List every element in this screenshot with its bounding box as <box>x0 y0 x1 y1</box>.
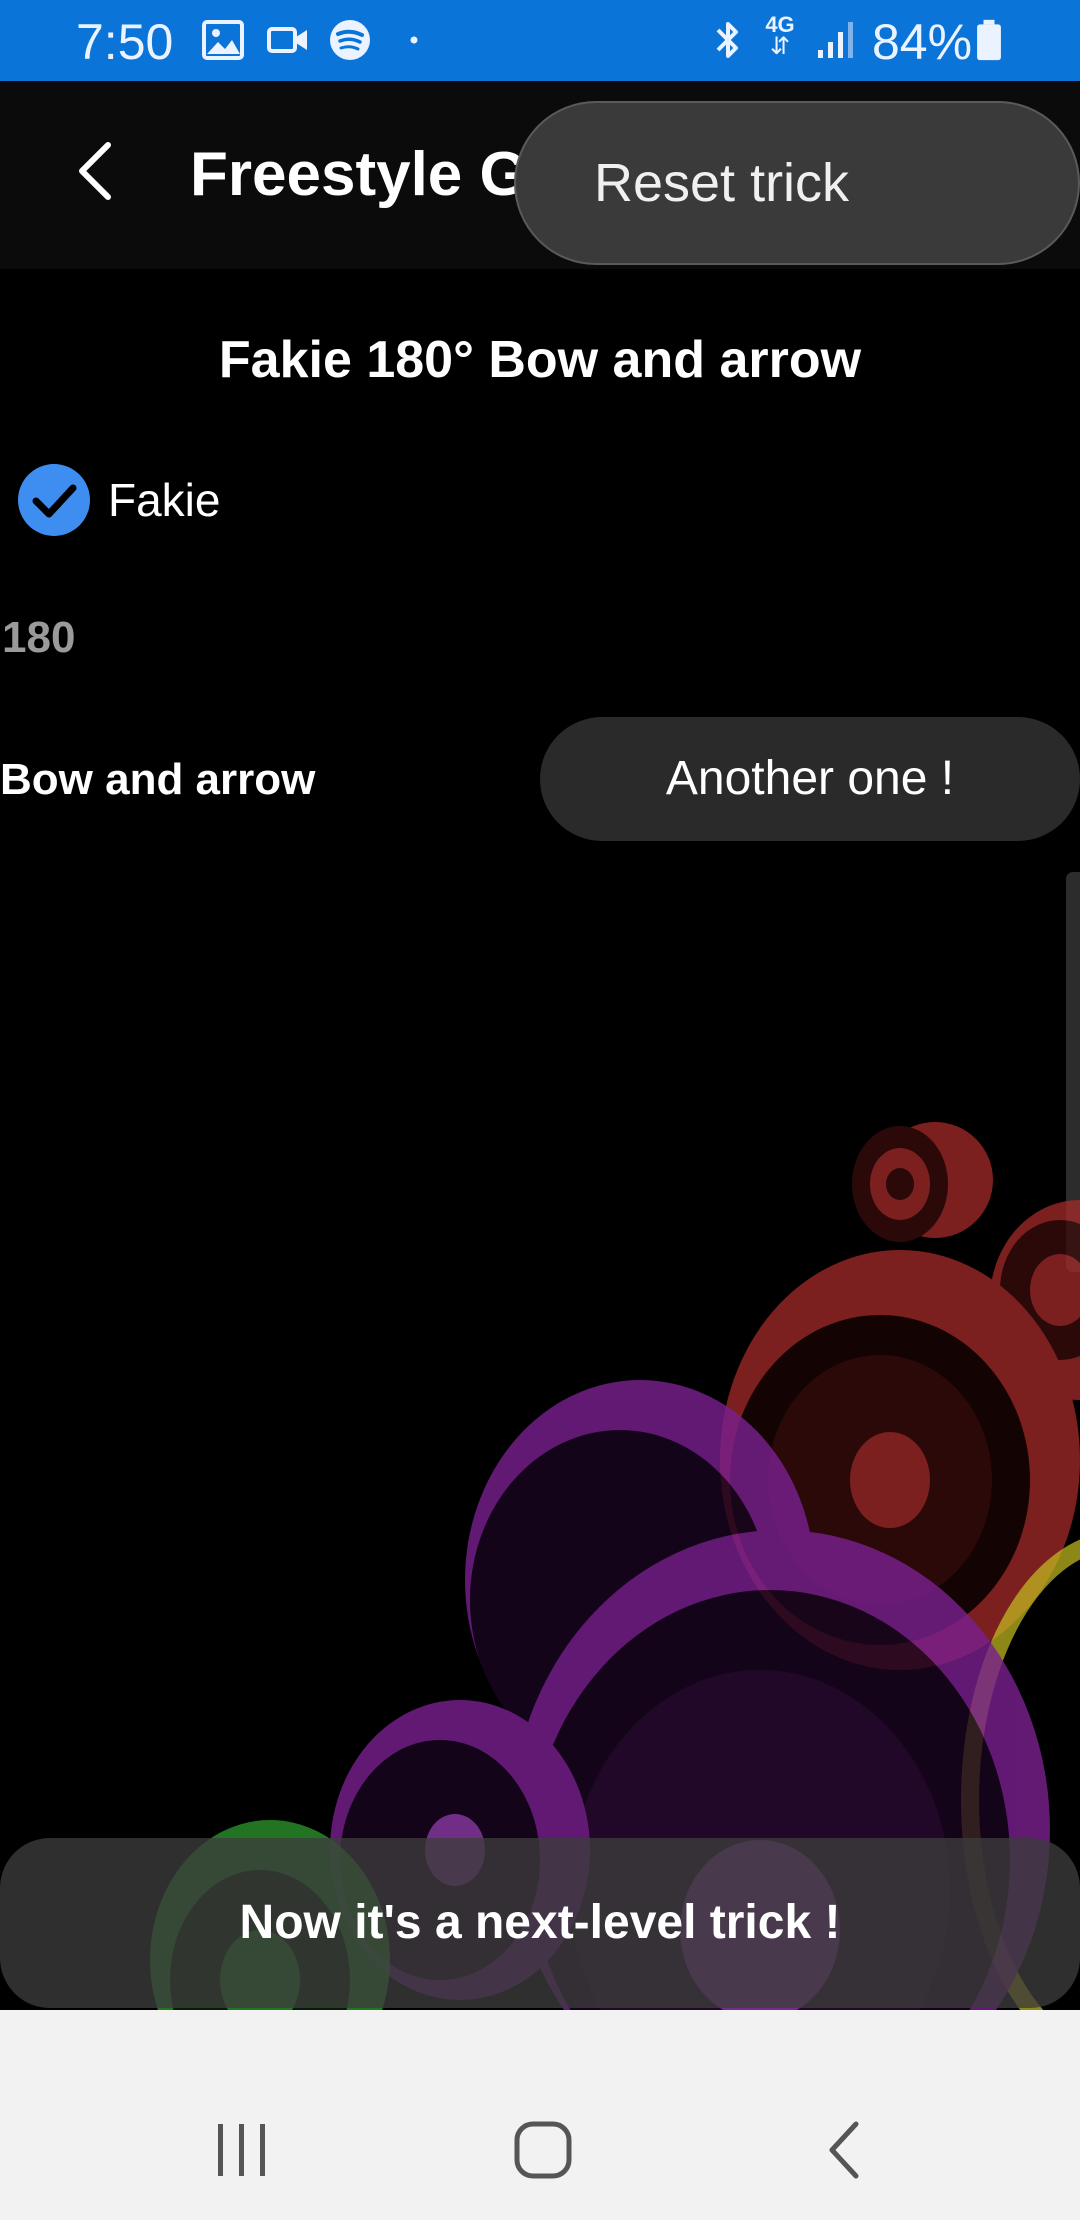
another-one-button[interactable]: Another one ! <box>540 717 1080 841</box>
toast-message: Now it's a next-level trick ! <box>239 1896 841 1949</box>
spotify-icon <box>330 20 370 60</box>
status-bar: 7:50 4G ⇵ 84% <box>0 0 1080 81</box>
dot-icon <box>410 36 418 44</box>
trick-title: Fakie 180° Bow and arrow <box>218 331 862 389</box>
trick-name: Bow and arrow <box>0 755 316 804</box>
recent-apps-icon[interactable] <box>202 2110 282 2190</box>
battery-percent: 84% <box>872 14 973 70</box>
system-nav-bar <box>0 2010 1080 2220</box>
page-title: Freestyle Ge <box>190 140 563 209</box>
menu-item-reset-trick[interactable]: Reset trick <box>594 151 849 215</box>
status-time: 7:50 <box>76 14 174 70</box>
check-icon <box>32 484 77 518</box>
rotation-value: 180 <box>2 613 76 662</box>
bluetooth-icon <box>716 22 738 58</box>
video-icon <box>267 27 307 53</box>
app-screen: 7:50 4G ⇵ 84% Freestyle Ge Reset trick F… <box>0 0 1080 2220</box>
fakie-checkbox-label[interactable]: Fakie <box>108 472 220 528</box>
back-icon[interactable] <box>806 2110 886 2190</box>
home-icon[interactable] <box>503 2110 583 2190</box>
toast-notification: Now it's a next-level trick ! <box>0 1838 1080 2008</box>
gallery-icon <box>202 20 244 60</box>
battery-icon <box>977 19 1001 61</box>
4g-icon: 4G ⇵ <box>765 12 795 60</box>
back-arrow-icon[interactable] <box>60 131 130 211</box>
fakie-checkbox[interactable] <box>18 464 90 536</box>
overflow-popup-menu: Reset trick <box>514 101 1080 265</box>
signal-icon <box>818 22 853 58</box>
